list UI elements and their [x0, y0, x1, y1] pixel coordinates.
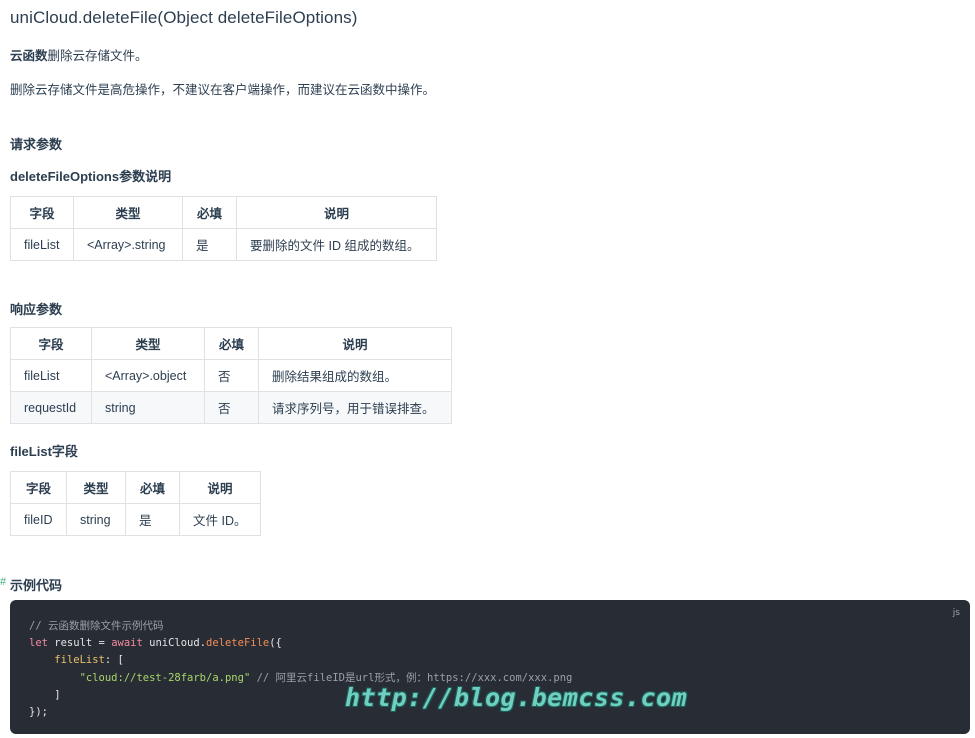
code-text: : [: [104, 654, 124, 667]
code-keyword: let: [29, 637, 48, 650]
code-comment: // 云函数删除文件示例代码: [29, 620, 164, 632]
response-table: 字段 类型 必填 说明 fileList <Array>.object 否 删除…: [10, 327, 452, 424]
header-cell: 说明: [236, 196, 437, 229]
table-row: requestId string 否 请求序列号，用于错误排查。: [10, 391, 452, 424]
header-cell: 字段: [10, 327, 92, 360]
table-cell: 否: [204, 391, 259, 424]
header-cell: 类型: [73, 196, 183, 229]
table-header-row: 字段 类型 必填 说明: [10, 471, 261, 504]
table-cell: <Array>.string: [73, 228, 183, 261]
code-text: ]: [29, 688, 61, 701]
code-text: result =: [47, 637, 112, 650]
options-heading: deleteFileOptions参数说明: [10, 169, 172, 184]
table-cell: 请求序列号，用于错误排查。: [258, 391, 452, 424]
table-cell: fileID: [10, 503, 67, 536]
header-cell: 说明: [258, 327, 452, 360]
table-cell: requestId: [10, 391, 92, 424]
intro-paragraph: 云函数删除云存储文件。: [10, 45, 148, 64]
warning-paragraph: 删除云存储文件是高危操作，不建议在客户端操作，而建议在云函数中操作。: [10, 83, 436, 97]
code-keyword: await: [111, 637, 143, 650]
code-string: "cloud://test-28farb/a.png": [79, 671, 251, 684]
filelist-heading: fileList字段: [10, 444, 78, 459]
table-cell: <Array>.object: [91, 359, 205, 392]
header-cell: 字段: [10, 196, 74, 229]
table-header-row: 字段 类型 必填 说明: [10, 196, 437, 229]
header-cell: 类型: [66, 471, 126, 504]
watermark-text: http://blog.bemcss.com: [345, 683, 688, 712]
code-text: });: [29, 706, 48, 719]
table-cell: fileList: [10, 228, 74, 261]
header-anchor-link[interactable]: #: [0, 576, 6, 588]
header-cell: 字段: [10, 471, 67, 504]
table-cell: 删除结果组成的数组。: [258, 359, 452, 392]
code-comment: // 阿里云fileID是url形式，例：https://xxx.com/xxx…: [250, 671, 573, 684]
table-cell: 文件 ID。: [179, 503, 261, 536]
table-header-row: 字段 类型 必填 说明: [10, 327, 452, 360]
header-cell: 必填: [182, 196, 237, 229]
table-cell: string: [91, 391, 205, 424]
table-cell: 是: [182, 228, 237, 261]
request-table: 字段 类型 必填 说明 fileList <Array>.string 是 要删…: [10, 196, 437, 261]
table-row: fileID string 是 文件 ID。: [10, 503, 261, 536]
code-text: uniCloud.: [142, 637, 207, 650]
code-property: fileList: [54, 654, 105, 667]
table-cell: string: [66, 503, 126, 536]
filelist-table: 字段 类型 必填 说明 fileID string 是 文件 ID。: [10, 471, 261, 536]
table-row: fileList <Array>.object 否 删除结果组成的数组。: [10, 359, 452, 392]
response-heading: 响应参数: [10, 302, 63, 317]
request-heading: 请求参数: [10, 137, 63, 152]
header-cell: 类型: [91, 327, 205, 360]
code-text: ({: [269, 637, 282, 650]
code-function: deleteFile: [206, 637, 270, 650]
table-cell: 否: [204, 359, 259, 392]
code-language-label: js: [952, 608, 960, 618]
example-heading: 示例代码: [10, 578, 63, 593]
code-block: js // 云函数删除文件示例代码 let result = await uni…: [10, 600, 970, 734]
header-cell: 必填: [204, 327, 259, 360]
page-title: uniCloud.deleteFile(Object deleteFileOpt…: [10, 8, 358, 27]
table-cell: 是: [125, 503, 180, 536]
header-cell: 必填: [125, 471, 180, 504]
table-cell: fileList: [10, 359, 92, 392]
table-row: fileList <Array>.string 是 要删除的文件 ID 组成的数…: [10, 228, 437, 261]
table-cell: 要删除的文件 ID 组成的数组。: [236, 228, 437, 261]
intro-bold: 云函数: [10, 49, 48, 63]
header-cell: 说明: [179, 471, 261, 504]
intro-text: 删除云存储文件。: [47, 49, 148, 63]
